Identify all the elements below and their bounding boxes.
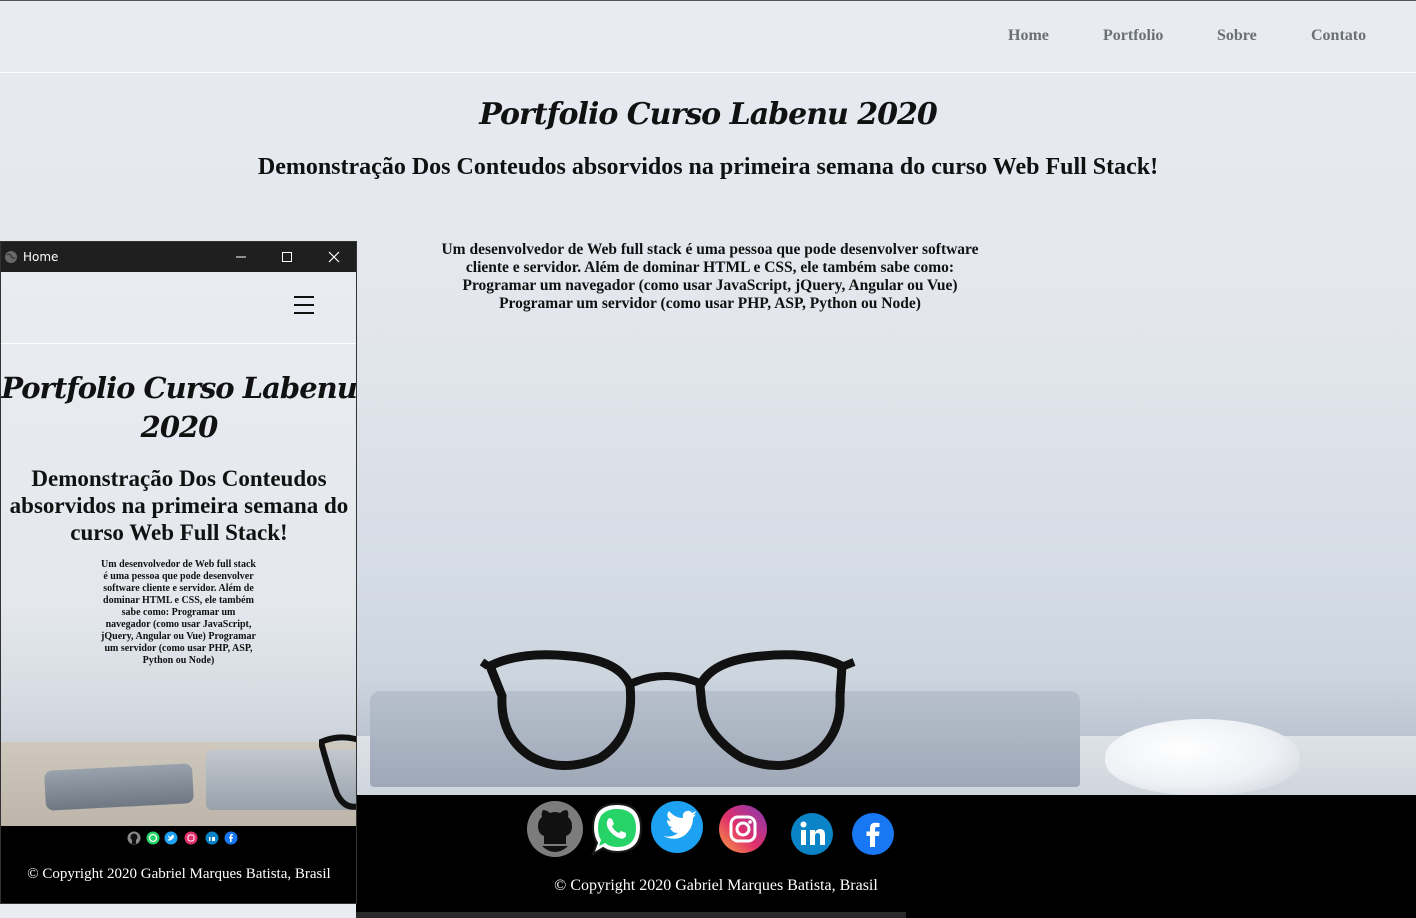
hamburger-menu-icon[interactable] [294, 296, 316, 316]
mobile-page-description: Um desenvolvedor de Web full stack é uma… [101, 559, 256, 666]
maximize-icon [282, 252, 292, 262]
mobile-social-links [127, 831, 239, 845]
facebook-icon[interactable] [224, 831, 238, 845]
whatsapp-icon[interactable] [589, 800, 645, 858]
description-line: cliente e servidor. Além de dominar HTML… [465, 259, 955, 276]
glasses-image [319, 734, 356, 810]
window-title: Home [23, 250, 59, 264]
window-titlebar[interactable]: Home [1, 242, 356, 272]
page-description: Um desenvolvedor de Web full stack é uma… [430, 241, 990, 313]
window-content: Portfolio Curso Labenu 2020 Demonstração… [1, 272, 357, 826]
social-links [526, 800, 906, 858]
instagram-icon[interactable] [184, 831, 198, 845]
mobile-page-title: Portfolio Curso Labenu 2020 [1, 371, 357, 444]
nav-home-link[interactable]: Home [1008, 27, 1049, 45]
mobile-nav [1, 272, 356, 344]
minimize-icon [236, 256, 246, 258]
mouse-image [1105, 719, 1300, 795]
maximize-button[interactable] [264, 242, 310, 272]
linkedin-icon[interactable] [205, 831, 219, 845]
top-nav: Home Portfolio Sobre Contato [0, 1, 1416, 73]
page-subtitle: Demonstração Dos Conteudos absorvidos na… [257, 154, 1159, 180]
nav-contato-link[interactable]: Contato [1311, 27, 1366, 45]
description-line: Programar um navegador (como usar JavaSc… [462, 277, 958, 294]
taskbar-strip [356, 912, 906, 918]
copyright-text: © Copyright 2020 Gabriel Marques Batista… [554, 877, 878, 894]
page-title: Portfolio Curso Labenu 2020 [479, 97, 938, 132]
github-icon[interactable] [127, 831, 141, 845]
linkedin-icon[interactable] [790, 812, 834, 856]
mobile-page-subtitle: Demonstração Dos Conteudos absorvidos na… [9, 466, 349, 545]
mobile-copyright-text: © Copyright 2020 Gabriel Marques Batista… [27, 866, 331, 882]
twitter-icon[interactable] [650, 800, 704, 854]
minimize-button[interactable] [218, 242, 264, 272]
nav-sobre-link[interactable]: Sobre [1217, 27, 1257, 45]
github-icon[interactable] [526, 800, 584, 858]
twitter-icon[interactable] [164, 831, 178, 845]
description-line: Programar um servidor (como usar PHP, AS… [499, 295, 921, 312]
description-line: Um desenvolvedor de Web full stack é uma… [441, 241, 979, 258]
phone-image [44, 763, 194, 811]
globe-icon [5, 251, 17, 263]
facebook-icon[interactable] [851, 812, 895, 856]
instagram-icon[interactable] [718, 804, 768, 854]
page-footer: © Copyright 2020 Gabriel Marques Batista… [356, 795, 1416, 918]
whatsapp-icon[interactable] [146, 831, 160, 845]
close-icon [328, 251, 340, 263]
mobile-preview-window: Home Portfolio Curso Labenu 2020 Demonst… [0, 241, 357, 904]
nav-portfolio-link[interactable]: Portfolio [1103, 27, 1163, 45]
glasses-image [480, 650, 856, 771]
close-button[interactable] [311, 242, 356, 272]
mobile-footer: © Copyright 2020 Gabriel Marques Batista… [1, 826, 356, 903]
